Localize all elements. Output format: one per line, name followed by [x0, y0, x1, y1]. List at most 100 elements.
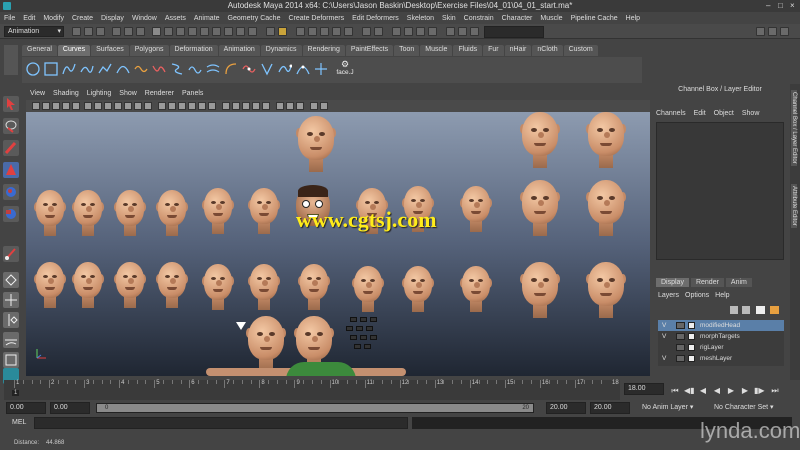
menu-geometry-cache[interactable]: Geometry Cache	[228, 15, 281, 22]
screen-space-ao-icon[interactable]	[222, 102, 230, 110]
viewport-menu-show[interactable]: Show	[119, 90, 137, 100]
move-layer-down-icon[interactable]	[742, 306, 750, 314]
morph-target-head[interactable]	[156, 262, 188, 308]
morph-target-head[interactable]	[586, 180, 626, 236]
smooth-shade-icon[interactable]	[168, 102, 176, 110]
current-time-field[interactable]: 18.00	[624, 383, 664, 395]
layer-type-toggle[interactable]	[676, 333, 685, 340]
2d-pan-zoom-icon[interactable]	[72, 102, 80, 110]
menu-skin[interactable]: Skin	[442, 15, 456, 22]
shelf-options[interactable]	[4, 45, 18, 75]
gate-mask-icon[interactable]	[114, 102, 122, 110]
playback-end-field[interactable]: 20.00	[546, 402, 586, 414]
safe-action-icon[interactable]	[134, 102, 142, 110]
persp-outliner-layout-icon[interactable]	[3, 312, 19, 328]
grid-icon[interactable]	[84, 102, 92, 110]
layer-row[interactable]: V morphTargets	[658, 331, 784, 342]
morph-target-head[interactable]	[114, 262, 146, 308]
morph-target-head[interactable]	[402, 266, 434, 312]
channel-box-menu-edit[interactable]: Edit	[694, 110, 706, 117]
layer-row[interactable]: rigLayer	[658, 342, 784, 353]
layer-color-swatch[interactable]	[688, 355, 695, 362]
morph-target-head[interactable]	[202, 188, 234, 234]
xray-icon[interactable]	[276, 102, 284, 110]
snap-point-icon[interactable]	[320, 27, 329, 36]
layer-visibility[interactable]: V	[662, 320, 670, 331]
play-backwards-icon[interactable]: ◀	[712, 386, 722, 396]
face-script-shelf-button[interactable]: ⚙ face.J	[334, 60, 356, 77]
extend-curve-icon[interactable]	[188, 62, 202, 76]
menu-character[interactable]: Character	[502, 15, 533, 22]
close-icon[interactable]: ×	[790, 1, 795, 10]
viewport-menu-shading[interactable]: Shading	[53, 90, 79, 100]
input-mode-icon[interactable]	[470, 27, 479, 36]
layer-type-toggle[interactable]	[676, 322, 685, 329]
shelf-tab-fluids[interactable]: Fluids	[453, 45, 483, 56]
select-component-icon[interactable]	[136, 27, 145, 36]
layer-row[interactable]: V modifiedHead	[658, 320, 784, 331]
detach-curves-icon[interactable]	[152, 62, 166, 76]
shelf-tab-curves[interactable]: Curves	[57, 45, 91, 56]
reverse-curve-icon[interactable]	[224, 62, 238, 76]
xray-active-icon[interactable]	[296, 102, 304, 110]
menu-pipeline-cache[interactable]: Pipeline Cache	[571, 15, 618, 22]
move-tool-icon[interactable]	[3, 162, 19, 178]
select-handle-icon[interactable]	[164, 27, 173, 36]
select-deform-icon[interactable]	[212, 27, 221, 36]
last-tool-used-icon[interactable]	[3, 246, 19, 262]
morph-target-head[interactable]	[460, 186, 492, 232]
paint-select-tool-icon[interactable]	[3, 140, 19, 156]
minimize-icon[interactable]: –	[766, 1, 770, 10]
menu-edit[interactable]: Edit	[23, 15, 35, 22]
channel-box-menu-show[interactable]: Show	[742, 110, 760, 117]
create-empty-layer-icon[interactable]	[756, 306, 765, 314]
shelf-tab-polygons[interactable]: Polygons	[129, 45, 169, 56]
history-icon[interactable]	[362, 27, 371, 36]
snap-view-plane-icon[interactable]	[332, 27, 341, 36]
layer-type-toggle[interactable]	[676, 355, 685, 362]
fillet-curve-icon[interactable]	[260, 62, 274, 76]
layer-tab-render[interactable]: Render	[690, 278, 724, 287]
highlight-selection-icon[interactable]	[278, 27, 287, 36]
insert-knot-icon[interactable]	[170, 62, 184, 76]
snap-grid-icon[interactable]	[296, 27, 305, 36]
cv-curve-tool-icon[interactable]	[62, 62, 76, 76]
layer-type-toggle[interactable]	[676, 344, 685, 351]
menu-muscle[interactable]: Muscle	[540, 15, 562, 22]
menu-help[interactable]: Help	[626, 15, 640, 22]
step-back-key-icon[interactable]: ◀▮	[684, 386, 695, 396]
morph-target-head[interactable]	[202, 264, 234, 310]
menu-display[interactable]: Display	[101, 15, 124, 22]
select-joint-icon[interactable]	[176, 27, 185, 36]
anim-layer-dropdown[interactable]: No Anim Layer ▾	[642, 402, 708, 414]
side-tab-channel-box[interactable]: Channel Box / Layer Editor	[791, 90, 797, 166]
textured-icon[interactable]	[188, 102, 196, 110]
input-line-field[interactable]	[484, 26, 544, 38]
nurbs-circle-icon[interactable]	[26, 62, 40, 76]
channel-box-menu-object[interactable]: Object	[714, 110, 734, 117]
menu-create-deformers[interactable]: Create Deformers	[288, 15, 344, 22]
shelf-tab-rendering[interactable]: Rendering	[302, 45, 345, 56]
morph-target-head[interactable]	[460, 266, 492, 312]
show-hide-attribute-editor-icon[interactable]	[768, 27, 777, 36]
ep-curve-tool-icon[interactable]	[80, 62, 94, 76]
head-mesh[interactable]	[586, 112, 626, 168]
step-back-frame-icon[interactable]: ◀	[698, 386, 708, 396]
layer-menu-options[interactable]: Options	[685, 292, 709, 299]
layer-visibility[interactable]: V	[662, 353, 670, 364]
menu-constrain[interactable]: Constrain	[464, 15, 494, 22]
project-tangent-icon[interactable]	[314, 62, 328, 76]
head-mesh[interactable]	[296, 116, 336, 172]
save-scene-icon[interactable]	[96, 27, 105, 36]
layer-color-swatch[interactable]	[688, 344, 695, 351]
select-render-icon[interactable]	[236, 27, 245, 36]
layer-color-swatch[interactable]	[688, 333, 695, 340]
morph-target-head[interactable]	[248, 188, 280, 234]
go-to-end-icon[interactable]: ⏭	[770, 386, 780, 396]
character-body-mesh[interactable]	[206, 362, 406, 376]
render-view-icon[interactable]	[392, 27, 401, 36]
render-current-icon[interactable]	[404, 27, 413, 36]
layer-row[interactable]: V meshLayer	[658, 353, 784, 364]
shelf-tab-animation[interactable]: Animation	[218, 45, 260, 56]
ipr-render-icon[interactable]	[416, 27, 425, 36]
